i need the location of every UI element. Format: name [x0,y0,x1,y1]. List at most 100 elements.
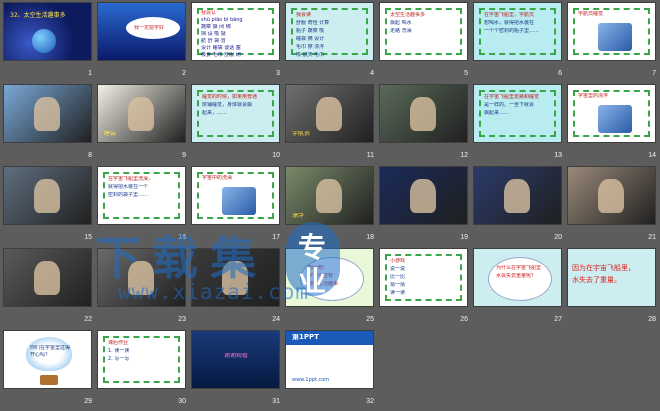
slide-thumbnail-11[interactable]: 宇航员 [285,84,374,143]
slide-thumbnail-16[interactable]: 在宇宙飞船里洗澡， 就得把水装在一个 密封的袋子里…… [97,166,186,225]
slide-number-31: 31 [272,398,280,405]
slide-5-text-1: 飘起 喝水 [390,20,412,26]
astronaut-image [222,187,256,215]
slide-thumbnail-1[interactable]: 32、太空生活趣事多 [3,2,92,61]
balloon-basket [40,375,58,385]
slide-9-text-0: 睡袋 [104,131,117,137]
slide-thumbnail-13[interactable]: 在宇宙飞船里走路和睡觉 是一样的。一坐下就会 飘起来…… [473,84,562,143]
slide-thumbnail-25[interactable]: 想一想： 宇宙中还有 哪些生活趣事 [285,248,374,307]
slide-thumbnail-20[interactable] [473,166,562,225]
slide-thumbnail-23[interactable] [97,248,186,307]
speech-bubble [488,257,552,301]
slide-thumbnail-9[interactable]: 睡袋 [97,84,186,143]
slide-number-15: 15 [84,234,92,241]
slide-27-text-0: 为什么在宇宙飞船里 [496,265,542,271]
slide-6-text-0: 在宇宙飞船里，宇航员 [484,12,535,18]
astronaut-figure [410,97,436,131]
slide-number-7: 7 [652,70,656,77]
earth-illustration [32,29,56,53]
slide-4-text-2: 瓶子 蔬菜 吸 [296,28,325,34]
slide-thumbnail-26[interactable]: 小游戏说一说比一比猜一猜读一读 [379,248,468,307]
slide-thumbnail-15[interactable] [3,166,92,225]
slide-thumbnail-32[interactable]: 第1PPT www.1ppt.com [285,330,374,389]
slide-32-text-0: 第1PPT [292,334,319,340]
astronaut-figure [222,261,248,295]
slide-number-16: 16 [178,234,186,241]
slide-29-text-0: 你们在宇宙里过得 [30,345,71,351]
slide-3-text-2: 蔬菜 飘 闭 绑 [201,24,231,30]
slide-3-text-0: 我会认 [201,10,217,16]
slide-thumbnail-22[interactable] [3,248,92,307]
slide-thumbnail-30[interactable]: 课后作业 1. 读一读 2. 写一写 [97,330,186,389]
slide-number-11: 11 [366,152,374,159]
slide-29-text-1: 开心吗？ [30,352,51,358]
slide-thumbnail-2[interactable]: 我一定能学好 [97,2,186,61]
slide-thumbnail-6[interactable]: 在宇宙飞船里，宇航员 想喝水，就得把水装在 一个个密封的瓶子里…… [473,2,562,61]
slide-thumbnail-24[interactable] [191,248,280,307]
slide-4-text-1: 舒服 奇怪 计算 [296,20,330,26]
slide-number-10: 10 [272,152,280,159]
slide-thumbnail-4[interactable]: 我会读 舒服 奇怪 计算 瓶子 蔬菜 吸睡袋 摘 设计 毛巾 擦 漂浮吸 航天 毛巾 [285,2,374,61]
slide-16-text-1: 就得把水装在一个 [108,184,149,190]
slide-number-3: 3 [276,70,280,77]
slide-number-8: 8 [88,152,92,159]
slide-thumbnail-29[interactable]: 你们在宇宙里过得 开心吗？ [3,330,92,389]
slide-17-text-0: 宇宙中的洗澡 [202,175,233,181]
slide-number-17: 17 [272,234,280,241]
slide-thumbnail-17[interactable]: 宇宙中的洗澡 [191,166,280,225]
astronaut-figure [504,179,530,213]
slide-10-text-0: 睡觉的时候，如果用普通 [202,94,258,100]
slide-thumbnail-14[interactable]: 宇宙里的漂浮 [567,84,656,143]
slide-thumbnail-10[interactable]: 睡觉的时候，如果用普通 床铺睡觉，身体就会飘 起来，…… [191,84,280,143]
slide-thumbnail-31[interactable]: 谢谢观看 [191,330,280,389]
slide-sorter-grid: 32、太空生活趣事多 1 我一定能学好 2 我会认 shū piāo bì bǎng 蔬菜 … [0,0,660,411]
astronaut-figure [128,97,154,131]
slide-28-text-1: 水失去了重量。 [572,276,621,284]
slide-4-text-5: 吸 航天 毛巾 [296,52,325,58]
speech-bubble [300,257,364,301]
slide-thumbnail-19[interactable] [379,166,468,225]
slide-13-text-1: 是一样的。一坐下就会 [484,102,535,108]
slide-number-2: 2 [182,70,186,77]
slide-number-26: 26 [460,316,468,323]
slide-26-text-3: 猜一猜 [390,282,406,288]
slide-18-text-0: 漂浮 [292,213,305,219]
slide-thumbnail-5[interactable]: 太空生活趣事多 飘起 喝水 走路 洗澡 [379,2,468,61]
slide-number-27: 27 [554,316,562,323]
slide-16-text-0: 在宇宙飞船里洗澡， [108,176,154,182]
astronaut-figure [410,179,436,213]
slide-number-19: 19 [460,234,468,241]
slide-number-1: 1 [88,70,92,77]
slide-25-text-0: 想一想： [308,265,329,271]
slide-13-text-2: 飘起来…… [484,110,510,116]
slide-number-12: 12 [460,152,468,159]
slide-thumbnail-8[interactable] [3,84,92,143]
slide-5-text-0: 太空生活趣事多 [390,12,426,18]
slide-thumbnail-28[interactable]: 因为在宇宙飞船里， 水失去了重量。 [567,248,656,307]
slide-32-text-1: www.1ppt.com [292,377,330,383]
slide-4-text-0: 我会读 [296,12,312,18]
slide-4-text-3: 睡袋 摘 设计 [296,36,325,42]
astronaut-figure [34,179,60,213]
astronaut-figure [34,97,60,131]
slide-26-text-0: 小游戏 [390,258,406,264]
slide-thumbnail-21[interactable] [567,166,656,225]
slide-number-25: 25 [366,316,374,323]
slide-number-21: 21 [648,234,656,241]
slide-thumbnail-3[interactable]: 我会认 shū piāo bì bǎng 蔬菜 飘 闭 绑挡 设 吸 疑航 舒 袋 … [191,2,280,61]
slide-thumbnail-27[interactable]: 为什么在宇宙飞船里 水会失去重量呢？ [473,248,562,307]
slide-thumbnail-7[interactable]: 宇航员睡觉 [567,2,656,61]
slide-30-text-0: 课后作业 [108,340,129,346]
slide-thumbnail-18[interactable]: 漂浮 [285,166,374,225]
slide-26-text-4: 读一读 [390,290,406,296]
astronaut-figure [316,97,342,131]
slide-number-30: 30 [178,398,186,405]
slide-2-text-0: 我一定能学好 [134,25,165,31]
slide-thumbnail-12[interactable] [379,84,468,143]
slide-26-text-2: 比一比 [390,274,406,280]
slide-3-text-1: shū piāo bì bǎng [201,17,243,23]
slide-10-text-1: 床铺睡觉，身体就会飘 [202,102,253,108]
slide-number-29: 29 [84,398,92,405]
slide-26-text-1: 说一说 [390,266,406,272]
slide-3-text-3: 挡 设 吸 疑 [201,31,226,37]
